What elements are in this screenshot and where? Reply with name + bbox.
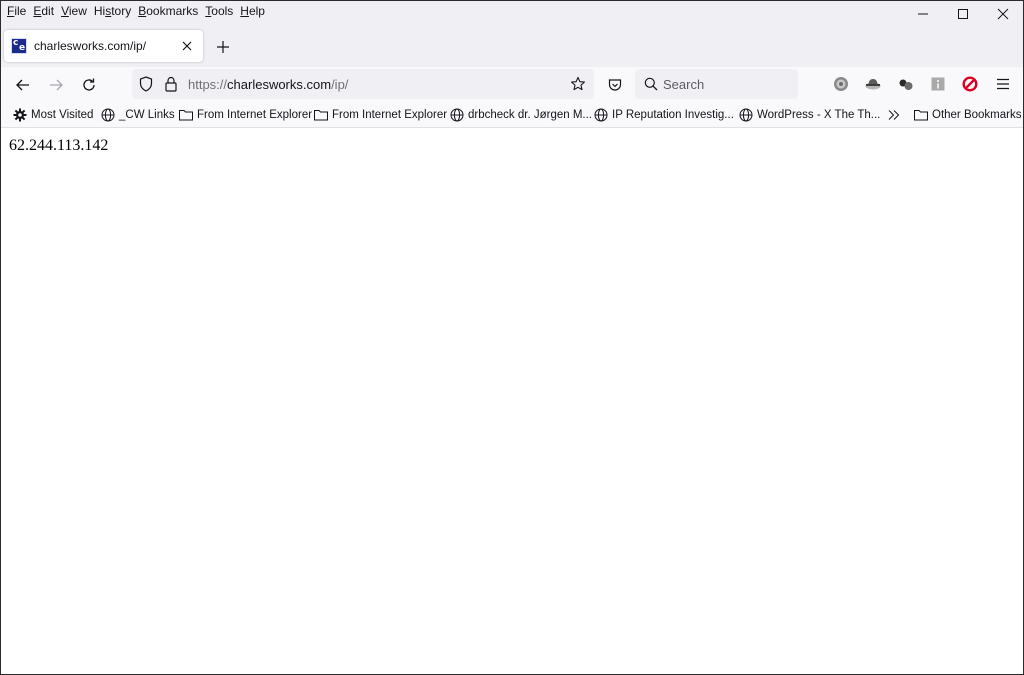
bookmark-cw-links[interactable]: _CW Links (101, 107, 175, 123)
extension-button-2[interactable] (864, 75, 882, 93)
pocket-icon (608, 79, 622, 91)
close-icon (182, 41, 192, 51)
menu-help[interactable]: Help (240, 3, 269, 19)
page-content: 62.244.113.142 (1, 128, 1023, 674)
bookmark-label: Other Bookmarks (932, 109, 1022, 121)
minimize-icon (918, 13, 928, 15)
plus-icon (217, 41, 229, 53)
book-icon (931, 77, 945, 91)
extension-button-1[interactable] (832, 75, 850, 93)
close-icon (997, 8, 1009, 20)
ip-address-text: 62.244.113.142 (9, 137, 109, 154)
spheres-icon (899, 79, 913, 90)
menu-edit[interactable]: Edit (33, 3, 58, 19)
star-icon (571, 76, 585, 91)
bookmark-wordpress[interactable]: WordPress - X The Th... (739, 107, 880, 123)
arrow-right-icon (50, 79, 63, 91)
browser-window: File Edit View History Bookmarks Tools H… (0, 0, 1024, 675)
other-bookmarks-folder[interactable]: Other Bookmarks (914, 107, 1021, 123)
minimize-button[interactable] (903, 1, 943, 27)
window-controls (903, 1, 1023, 27)
back-button[interactable] (9, 71, 37, 99)
ad-blocker-button[interactable] (961, 75, 979, 93)
tracking-protection-shield-icon[interactable] (138, 76, 154, 92)
chevron-double-right-icon (888, 110, 900, 120)
bookmark-folder-from-ie-1[interactable]: From Internet Explorer (179, 107, 312, 123)
menu-file[interactable]: File (7, 3, 30, 19)
menu-view[interactable]: View (61, 3, 91, 19)
url-scheme: https:// (188, 77, 228, 92)
blocked-icon (962, 76, 978, 92)
bookmark-label: Most Visited (31, 109, 94, 121)
bookmark-label: _CW Links (119, 109, 175, 121)
bookmarks-toolbar: Most Visited _CW Links From Internet Exp… (1, 102, 1023, 128)
site-favicon-icon: ce (11, 38, 27, 54)
bookmark-folder-from-ie-2[interactable]: From Internet Explorer (314, 107, 447, 123)
menu-tools[interactable]: Tools (205, 3, 237, 19)
close-window-button[interactable] (983, 1, 1023, 27)
gear-icon (13, 108, 27, 122)
tab-charlesworks-ip[interactable]: ce charlesworks.com/ip/ (4, 30, 203, 62)
bookmarks-overflow-button[interactable] (887, 107, 905, 123)
tab-close-button[interactable] (177, 36, 197, 56)
bookmark-label: From Internet Explorer (332, 109, 448, 121)
forward-button[interactable] (42, 71, 70, 99)
extension-button-4[interactable] (929, 75, 947, 93)
maximize-icon (958, 9, 968, 19)
tab-strip: ce charlesworks.com/ip/ (1, 29, 1023, 67)
menu: File Edit View History Bookmarks Tools H… (7, 3, 272, 19)
address-bar[interactable]: https://charlesworks.com/ip/ (132, 69, 594, 99)
menu-bookmarks[interactable]: Bookmarks (138, 3, 202, 19)
cog-badge-icon (834, 77, 848, 91)
url-host: charlesworks.com (227, 77, 332, 92)
bookmark-label: drbcheck dr. Jørgen M... (468, 109, 592, 121)
bookmark-ip-reputation[interactable]: IP Reputation Investig... (594, 107, 734, 123)
search-placeholder: Search (663, 77, 705, 92)
reload-icon (83, 78, 95, 91)
reload-button[interactable] (75, 71, 103, 99)
arrow-left-icon (16, 79, 29, 91)
bookmark-star-button[interactable] (570, 76, 586, 92)
folder-icon (914, 110, 928, 121)
bookmark-label: WordPress - X The Th... (757, 109, 881, 121)
app-menu-button[interactable] (994, 75, 1012, 93)
search-icon (644, 77, 658, 91)
globe-icon (101, 108, 115, 122)
new-tab-button[interactable] (212, 36, 234, 58)
maximize-button[interactable] (943, 1, 983, 27)
globe-icon (594, 108, 608, 122)
bookmark-label: From Internet Explorer (197, 109, 313, 121)
bookmark-drbcheck[interactable]: drbcheck dr. Jørgen M... (450, 107, 592, 123)
folder-icon (179, 110, 193, 121)
url-text[interactable]: https://charlesworks.com/ip/ (188, 77, 348, 92)
bookmark-label: IP Reputation Investig... (612, 109, 734, 121)
navigation-toolbar: https://charlesworks.com/ip/ Search (1, 67, 1023, 102)
search-bar[interactable]: Search (635, 69, 798, 99)
tab-title: charlesworks.com/ip/ (34, 39, 147, 53)
menu-bar: File Edit View History Bookmarks Tools H… (1, 1, 1023, 29)
folder-icon (314, 110, 328, 121)
menu-history[interactable]: History (94, 3, 135, 19)
globe-icon (739, 108, 753, 122)
globe-icon (450, 108, 464, 122)
hat-icon (865, 79, 881, 90)
extension-button-3[interactable] (897, 75, 915, 93)
bookmark-most-visited[interactable]: Most Visited (13, 107, 93, 123)
lock-icon[interactable] (163, 76, 179, 92)
hamburger-menu-icon (997, 78, 1009, 90)
pocket-button[interactable] (601, 71, 629, 99)
url-path: /ip/ (331, 77, 349, 92)
